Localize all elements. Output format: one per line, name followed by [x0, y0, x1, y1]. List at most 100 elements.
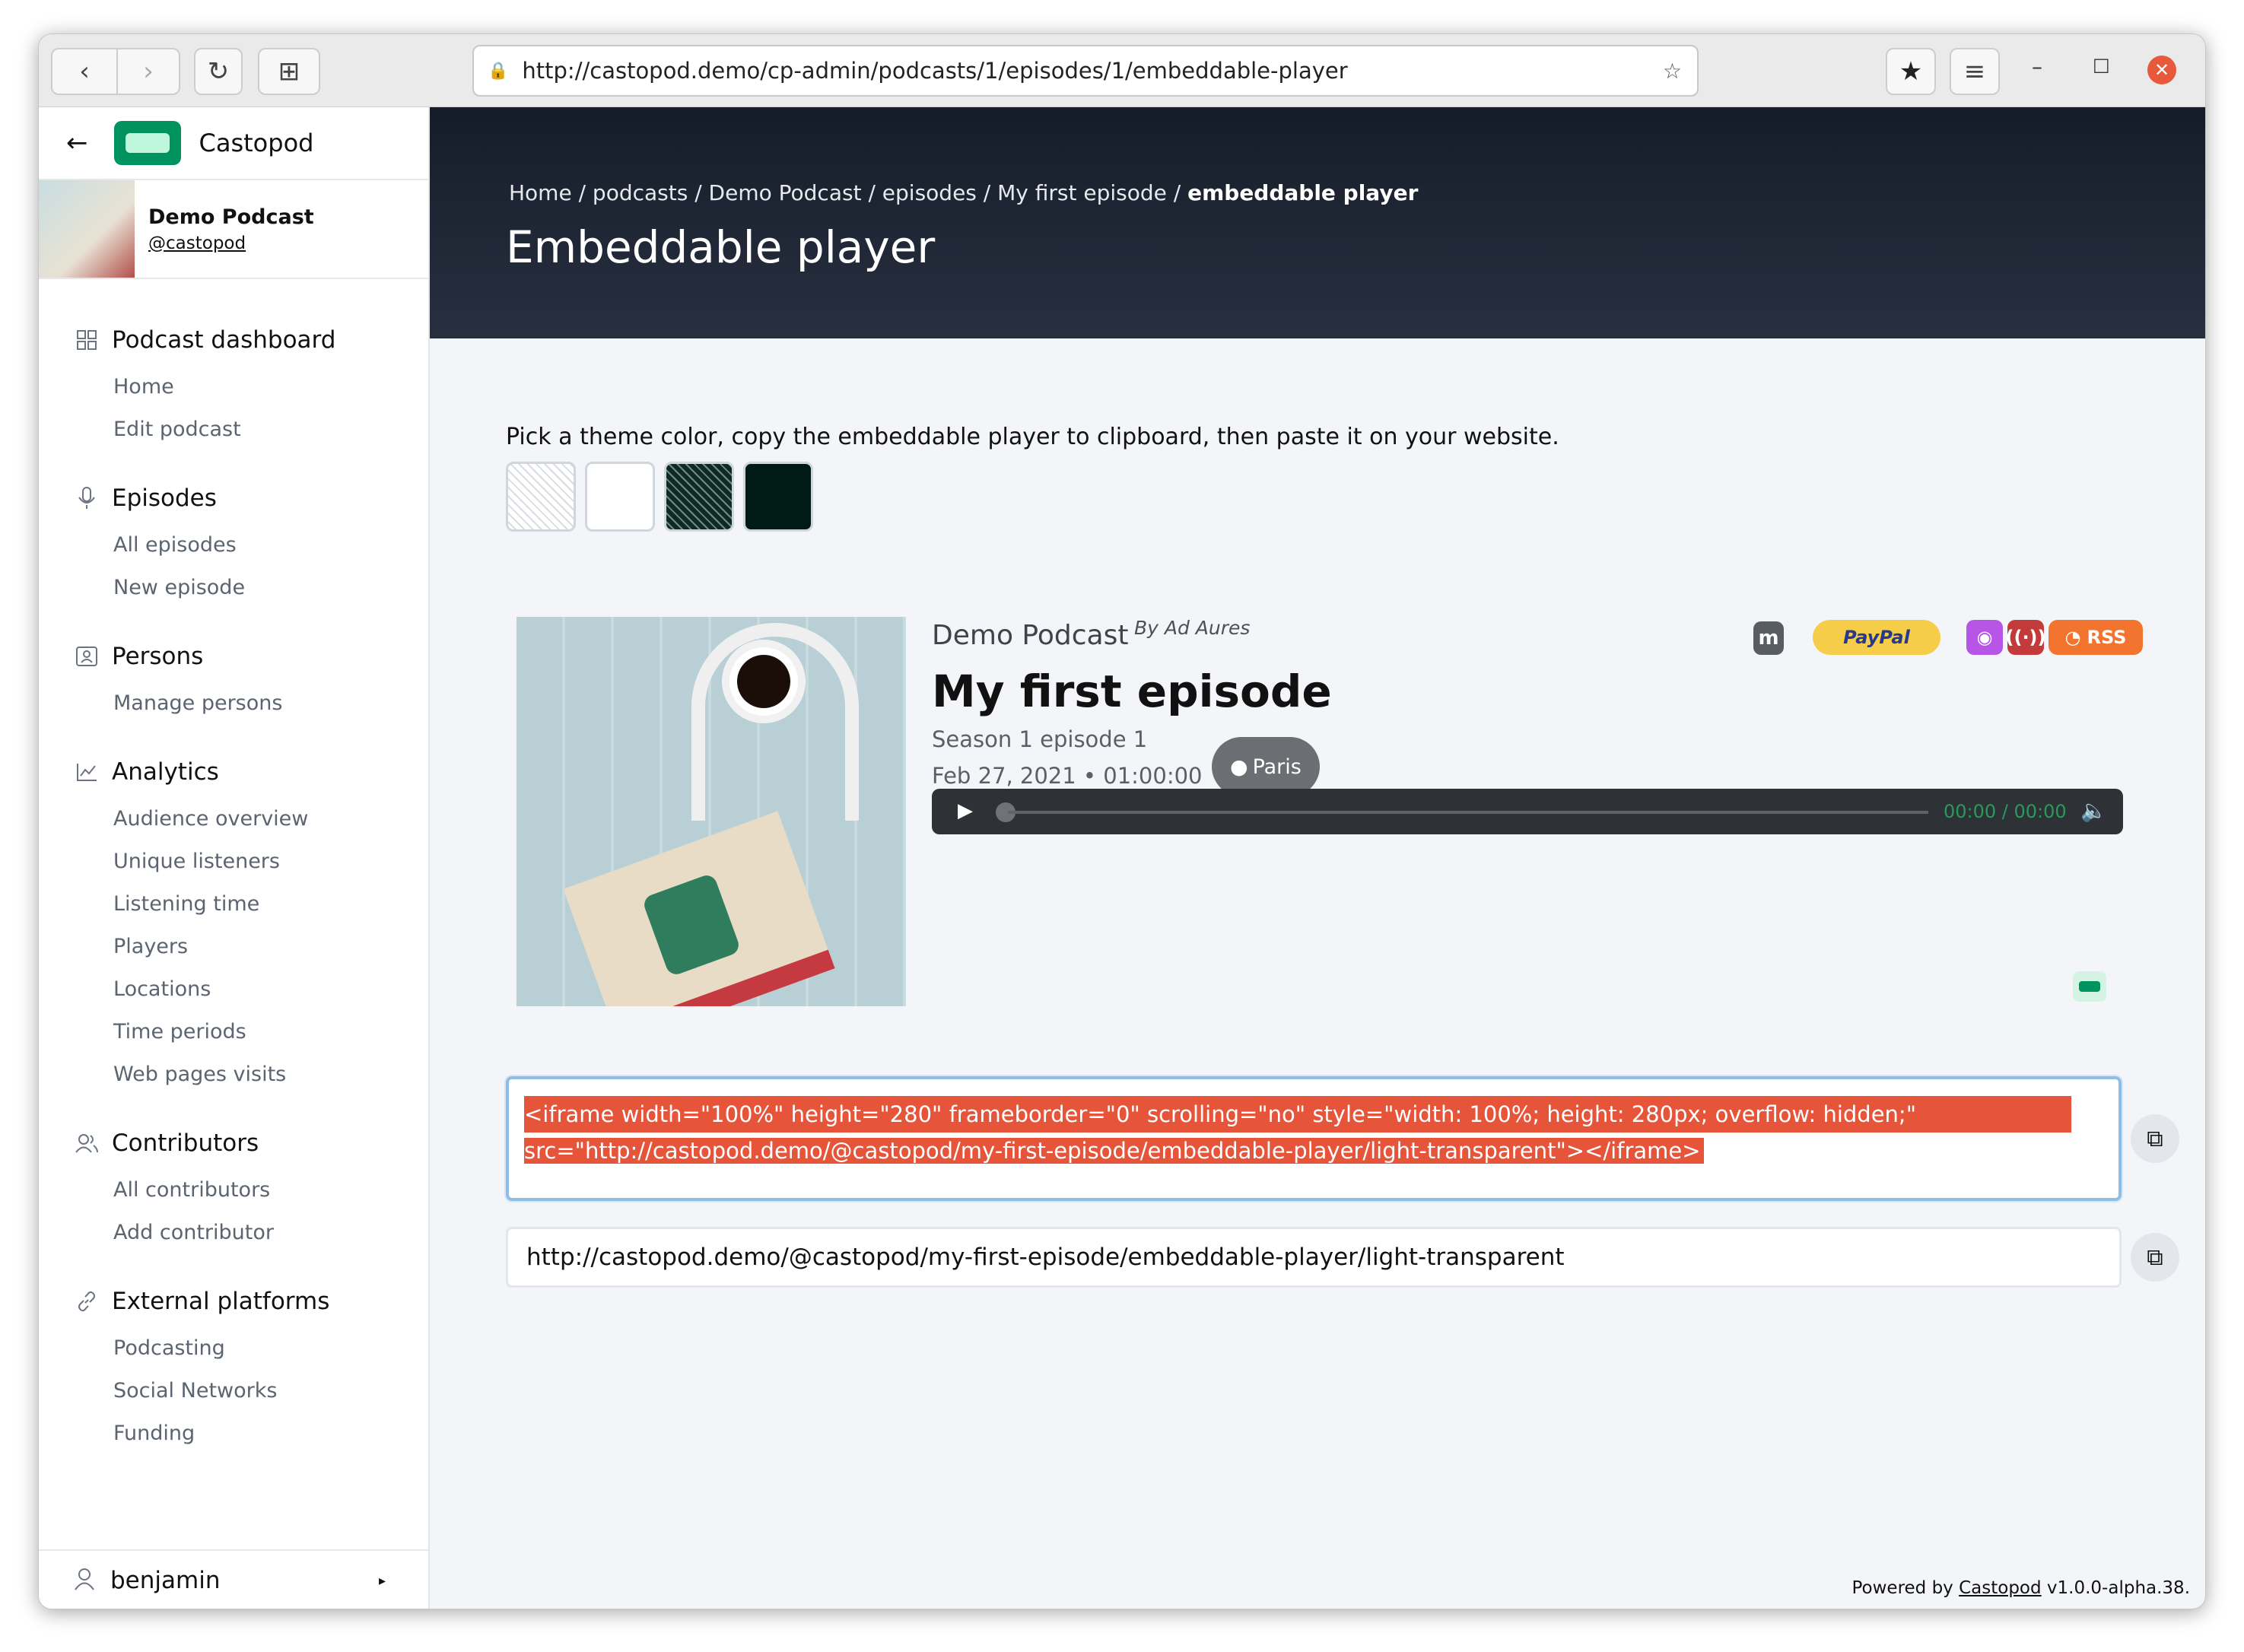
nav-web-pages-visits[interactable]: Web pages visits: [113, 1063, 286, 1086]
nav-manage-persons[interactable]: Manage persons: [113, 691, 282, 715]
menu-icon[interactable]: ≡: [1950, 48, 2000, 95]
nav-social-networks[interactable]: Social Networks: [113, 1379, 277, 1403]
reload-icon[interactable]: ↻: [194, 48, 243, 95]
nav-add-contributor[interactable]: Add contributor: [113, 1221, 274, 1244]
volume-icon[interactable]: 🔈: [2080, 798, 2107, 823]
player-time: 00:00 / 00:00: [1944, 801, 2067, 822]
close-icon[interactable]: ✕: [2147, 56, 2176, 84]
username: benjamin: [110, 1567, 221, 1594]
podcast-cover-thumb: [39, 180, 135, 278]
extensions-icon[interactable]: ★: [1886, 48, 1936, 95]
copy-iframe-button[interactable]: ⧉: [2131, 1114, 2179, 1163]
iframe-code-line-1: <iframe width="100%" height="280" frameb…: [524, 1096, 2071, 1133]
theme-swatch-dark[interactable]: [743, 462, 813, 532]
bookmark-star-icon[interactable]: ☆: [1663, 59, 1682, 84]
breadcrumb-current: embeddable player: [1187, 180, 1419, 205]
mastodon-icon[interactable]: m: [1753, 621, 1784, 655]
breadcrumb-podcasts[interactable]: podcasts: [593, 180, 688, 205]
castopod-logo-icon[interactable]: [113, 121, 181, 165]
instructions-text: Pick a theme color, copy the embeddable …: [506, 424, 1559, 450]
player-episode-title: My first episode: [932, 666, 1332, 717]
audio-player[interactable]: ▶ 00:00 / 00:00 🔈: [932, 789, 2123, 834]
section-episodes[interactable]: Episodes: [74, 484, 217, 512]
nav-all-contributors[interactable]: All contributors: [113, 1178, 270, 1202]
breadcrumb-episode[interactable]: My first episode: [997, 180, 1167, 205]
podcast-name: Demo Podcast: [148, 205, 314, 229]
browser-toolbar: ‹ › ↻ ⊞ 🔒 http://castopod.demo/cp-admin/…: [39, 34, 2205, 107]
section-analytics[interactable]: Analytics: [74, 758, 219, 786]
microphone-icon: [74, 485, 100, 511]
castopod-link[interactable]: Castopod: [1959, 1578, 2042, 1598]
rss-label: RSS: [2087, 627, 2127, 648]
user-menu[interactable]: benjamin ▸: [39, 1549, 428, 1609]
section-title: Episodes: [112, 484, 217, 512]
maximize-icon[interactable]: □: [2093, 54, 2110, 75]
footer: Powered by Castopod v1.0.0-alpha.38.: [1851, 1578, 2190, 1598]
iframe-code-textarea[interactable]: <iframe width="100%" height="280" frameb…: [506, 1076, 2122, 1201]
nav-edit-podcast[interactable]: Edit podcast: [113, 418, 241, 441]
apple-podcasts-icon[interactable]: ◉: [1966, 620, 2003, 655]
nav-podcasting[interactable]: Podcasting: [113, 1336, 225, 1360]
section-podcast-dashboard[interactable]: Podcast dashboard: [74, 326, 335, 354]
back-icon[interactable]: ‹: [51, 48, 118, 95]
theme-swatch-light-transparent[interactable]: [506, 462, 576, 532]
player-url-field[interactable]: http://castopod.demo/@castopod/my-first-…: [506, 1227, 2122, 1288]
nav-listening-time[interactable]: Listening time: [113, 892, 259, 916]
page-title: Embeddable player: [506, 221, 936, 273]
sidebar: ← Castopod Demo Podcast @castopod Podcas…: [39, 107, 430, 1609]
nav-audience-overview[interactable]: Audience overview: [113, 807, 308, 831]
player-date-duration: Feb 27, 2021 • 01:00:00: [932, 763, 1203, 789]
contributors-icon: [74, 1130, 100, 1156]
player-url-text: http://castopod.demo/@castopod/my-first-…: [526, 1244, 1565, 1271]
podcast-handle-link[interactable]: @castopod: [148, 234, 314, 253]
breadcrumb-home[interactable]: Home: [509, 180, 572, 205]
user-icon: [74, 1568, 95, 1593]
powered-by: Powered by: [1851, 1578, 1953, 1598]
version: v1.0.0-alpha.38.: [2046, 1578, 2190, 1598]
breadcrumb-episodes[interactable]: episodes: [882, 180, 977, 205]
nav-funding[interactable]: Funding: [113, 1422, 195, 1445]
podcast-card: Demo Podcast @castopod: [39, 180, 428, 279]
page-header: Home / podcasts / Demo Podcast / episode…: [430, 107, 2205, 338]
site-info-icon[interactable]: 🔒: [488, 62, 508, 81]
nav-new-episode[interactable]: New episode: [113, 576, 245, 599]
copy-icon: ⧉: [2147, 1125, 2163, 1152]
main-content: Pick a theme color, copy the embeddable …: [430, 338, 2205, 1609]
player-podcast-name: Demo Podcast: [932, 620, 1129, 651]
minimize-icon[interactable]: –: [2032, 54, 2042, 79]
play-icon[interactable]: ▶: [958, 799, 973, 822]
section-title: Persons: [112, 643, 204, 670]
forward-icon[interactable]: ›: [116, 48, 180, 95]
theme-swatch-light[interactable]: [585, 462, 655, 532]
address-bar[interactable]: 🔒 http://castopod.demo/cp-admin/podcasts…: [472, 45, 1699, 97]
section-title: External platforms: [112, 1288, 330, 1315]
section-contributors[interactable]: Contributors: [74, 1129, 259, 1157]
section-external-platforms[interactable]: External platforms: [74, 1288, 329, 1315]
section-persons[interactable]: Persons: [74, 643, 203, 670]
nav-home[interactable]: Home: [113, 375, 174, 399]
address-text[interactable]: http://castopod.demo/cp-admin/podcasts/1…: [522, 58, 1662, 84]
location-badge[interactable]: ● Paris: [1212, 737, 1320, 796]
progress-track[interactable]: [1008, 811, 1928, 814]
rss-icon: ◔: [2064, 627, 2081, 648]
nav-locations[interactable]: Locations: [113, 977, 211, 1001]
nav-time-periods[interactable]: Time periods: [113, 1020, 246, 1044]
breadcrumb-podcast[interactable]: Demo Podcast: [709, 180, 862, 205]
podcast-index-icon[interactable]: ((·)): [2006, 620, 2046, 655]
new-tab-icon[interactable]: ⊞: [258, 48, 320, 95]
nav-all-episodes[interactable]: All episodes: [113, 533, 237, 557]
nav-unique-listeners[interactable]: Unique listeners: [113, 850, 280, 873]
nav-players[interactable]: Players: [113, 935, 188, 958]
map-pin-icon: ●: [1230, 755, 1248, 779]
copy-url-button[interactable]: ⧉: [2131, 1233, 2179, 1282]
location-label: Paris: [1252, 755, 1302, 779]
back-arrow-icon[interactable]: ←: [66, 128, 88, 158]
browser-window: ‹ › ↻ ⊞ 🔒 http://castopod.demo/cp-admin/…: [38, 33, 2206, 1609]
paypal-button[interactable]: PayPal: [1813, 620, 1940, 655]
rss-button[interactable]: ◔ RSS: [2049, 620, 2143, 655]
player-season-episode: Season 1 episode 1: [932, 726, 1148, 752]
caret-right-icon: ▸: [378, 1572, 386, 1589]
theme-swatch-dark-transparent[interactable]: [664, 462, 734, 532]
brand-name[interactable]: Castopod: [199, 129, 314, 157]
castopod-small-icon[interactable]: [2073, 971, 2106, 1002]
